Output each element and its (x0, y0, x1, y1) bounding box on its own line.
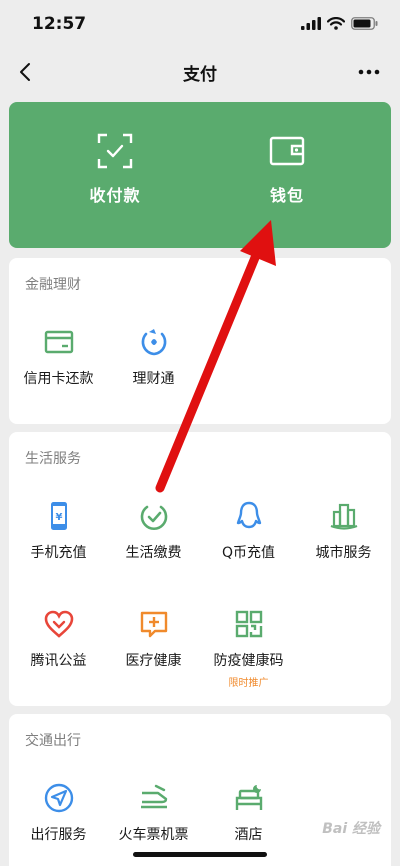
status-bar: 12:57 (0, 0, 400, 48)
item-label: 城市服务 (315, 545, 372, 561)
section-title: 生活服务 (25, 451, 81, 467)
qr-code-icon (235, 610, 262, 638)
train-plane-item[interactable]: 火车票机票 (106, 782, 201, 844)
charity-heart-icon (44, 610, 73, 638)
train-plane-icon (140, 784, 167, 809)
section-title: 交通出行 (25, 733, 81, 749)
medical-icon (140, 611, 167, 638)
life-services-section: 生活服务 ¥ 手机充值 生活缴费 Q币充值 城市服务 腾讯公益 医疗健康 防疫健… (9, 432, 391, 706)
phone-topup-item[interactable]: ¥ 手机充值 (11, 500, 106, 562)
receive-pay-label: 收付款 (89, 186, 141, 205)
credit-card-icon (44, 330, 73, 354)
battery-icon (351, 17, 378, 30)
item-label: Q币充值 (221, 545, 276, 561)
page-title: 支付 (183, 65, 217, 85)
finance-section: 金融理财 信用卡还款 理财通 (9, 258, 391, 424)
more-menu-icon[interactable] (356, 60, 382, 84)
medical-item[interactable]: 医疗健康 (106, 608, 201, 670)
item-label: 防疫健康码 (213, 653, 284, 669)
hotel-icon (235, 785, 262, 810)
wallet-button[interactable]: 钱包 (227, 132, 347, 206)
phone-topup-icon: ¥ (50, 502, 67, 530)
receive-pay-button[interactable]: 收付款 (55, 132, 175, 206)
watermark: Bai 经验 (322, 821, 380, 837)
charity-item[interactable]: 腾讯公益 (11, 608, 106, 670)
navigation-icon (44, 783, 73, 813)
item-label: 酒店 (234, 827, 263, 843)
wealth-item[interactable]: 理财通 (106, 326, 201, 388)
scan-pay-icon (97, 133, 133, 169)
svg-text:¥: ¥ (55, 512, 62, 523)
wallet-icon (269, 136, 305, 166)
item-label: 出行服务 (30, 827, 87, 843)
cellular-signal-icon (301, 17, 321, 30)
status-icons (301, 17, 378, 30)
credit-card-repay-item[interactable]: 信用卡还款 (11, 326, 106, 388)
wifi-icon (327, 17, 345, 30)
item-label: 医疗健康 (125, 653, 182, 669)
section-title: 金融理财 (25, 277, 81, 293)
travel-section: 交通出行 出行服务 火车票机票 酒店 (9, 714, 391, 866)
wallet-label: 钱包 (269, 186, 304, 205)
item-label: 理财通 (132, 371, 175, 387)
payment-header-card: 收付款 钱包 (9, 102, 391, 248)
promo-badge: 限时推广 (228, 678, 269, 689)
hotel-item[interactable]: 酒店 (201, 782, 296, 844)
city-service-icon (330, 503, 357, 530)
city-service-item[interactable]: 城市服务 (296, 500, 391, 562)
item-label: 火车票机票 (118, 827, 189, 843)
item-label: 生活缴费 (125, 545, 182, 561)
wealth-icon (141, 329, 166, 356)
health-code-item[interactable]: 防疫健康码 限时推广 (201, 608, 296, 689)
item-label: 手机充值 (30, 545, 87, 561)
travel-service-item[interactable]: 出行服务 (11, 782, 106, 844)
qq-coin-icon (236, 501, 261, 529)
qq-coin-item[interactable]: Q币充值 (201, 500, 296, 562)
status-time: 12:57 (32, 14, 87, 34)
item-label: 腾讯公益 (30, 653, 87, 669)
utility-bill-icon (140, 505, 167, 530)
utility-bill-item[interactable]: 生活缴费 (106, 500, 201, 562)
item-label: 信用卡还款 (23, 371, 94, 387)
nav-bar: 支付 (0, 48, 400, 96)
home-indicator[interactable] (133, 852, 267, 857)
